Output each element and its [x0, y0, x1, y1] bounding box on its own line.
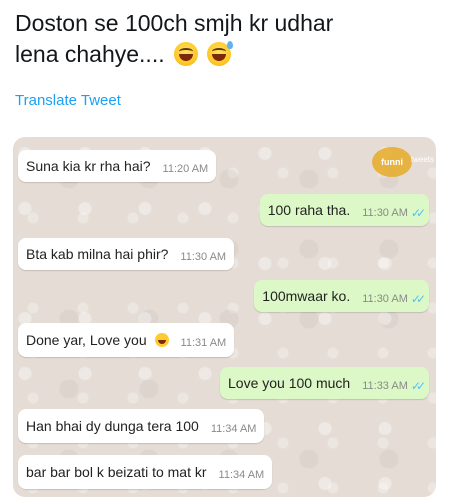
- message-text: Done yar, Love you: [26, 332, 147, 348]
- message-text: Love you 100 much: [228, 375, 351, 391]
- read-ticks-icon: ✓✓: [410, 205, 426, 220]
- message-time: 11:34 AM: [210, 423, 257, 435]
- grinning-squinting-face-icon: [174, 42, 198, 66]
- message-time: 11:20 AM: [162, 163, 209, 175]
- message-text: 100mwaar ko.: [262, 288, 351, 304]
- message-time: 11:33 AM: [362, 380, 408, 392]
- message-text: Bta kab milna hai phir?: [26, 246, 169, 262]
- tweet-text-line1: Doston se 100ch smjh kr udhar: [15, 10, 334, 36]
- chat-message-outgoing: 100mwaar ko. 11:30 AM ✓✓: [254, 280, 429, 312]
- chat-message-outgoing: Love you 100 much 11:33 AM ✓✓: [220, 367, 429, 399]
- read-ticks-icon: ✓✓: [410, 291, 426, 306]
- chat-screenshot: funni tweets Suna kia kr rha hai? 11:20 …: [13, 137, 436, 497]
- message-time: 11:30 AM: [362, 293, 408, 305]
- grinning-sweat-face-icon: [207, 41, 234, 66]
- watermark-name: funni: [381, 157, 403, 167]
- chat-message-incoming: bar bar bol k beizati to mat kr 11:34 AM: [18, 455, 273, 489]
- watermark-sub: tweets: [410, 155, 434, 164]
- read-ticks-icon: ✓✓: [410, 378, 426, 393]
- message-text-with-emoji: Done yar, Love you: [26, 332, 169, 348]
- chat-message-incoming: Han bhai dy dunga tera 100 11:34 AM: [18, 409, 265, 443]
- tweet-text: Doston se 100ch smjh kr udhar lena chahy…: [15, 8, 440, 70]
- message-text: Suna kia kr rha hai?: [26, 158, 151, 174]
- message-text: 100 raha tha.: [267, 202, 351, 218]
- message-time: 11:31 AM: [180, 337, 227, 349]
- message-text: bar bar bol k beizati to mat kr: [26, 464, 207, 480]
- tweet-text-line2: lena chahye....: [15, 41, 165, 67]
- translate-tweet-link[interactable]: Translate Tweet: [15, 92, 121, 109]
- chat-message-incoming: Done yar, Love you 11:31 AM: [18, 323, 235, 357]
- message-time: 11:30 AM: [362, 207, 408, 219]
- message-time: 11:34 AM: [218, 469, 265, 481]
- message-time: 11:30 AM: [180, 251, 227, 263]
- chat-message-incoming: Bta kab milna hai phir? 11:30 AM: [18, 238, 235, 270]
- watermark-logo: funni: [372, 147, 412, 177]
- message-text: Han bhai dy dunga tera 100: [26, 418, 199, 434]
- chat-message-outgoing: 100 raha tha. 11:30 AM ✓✓: [259, 194, 429, 226]
- chat-message-incoming: Suna kia kr rha hai? 11:20 AM: [18, 150, 217, 182]
- grinning-sweat-face-icon: [154, 333, 169, 347]
- tweet-text-line2-row: lena chahye....: [15, 39, 440, 70]
